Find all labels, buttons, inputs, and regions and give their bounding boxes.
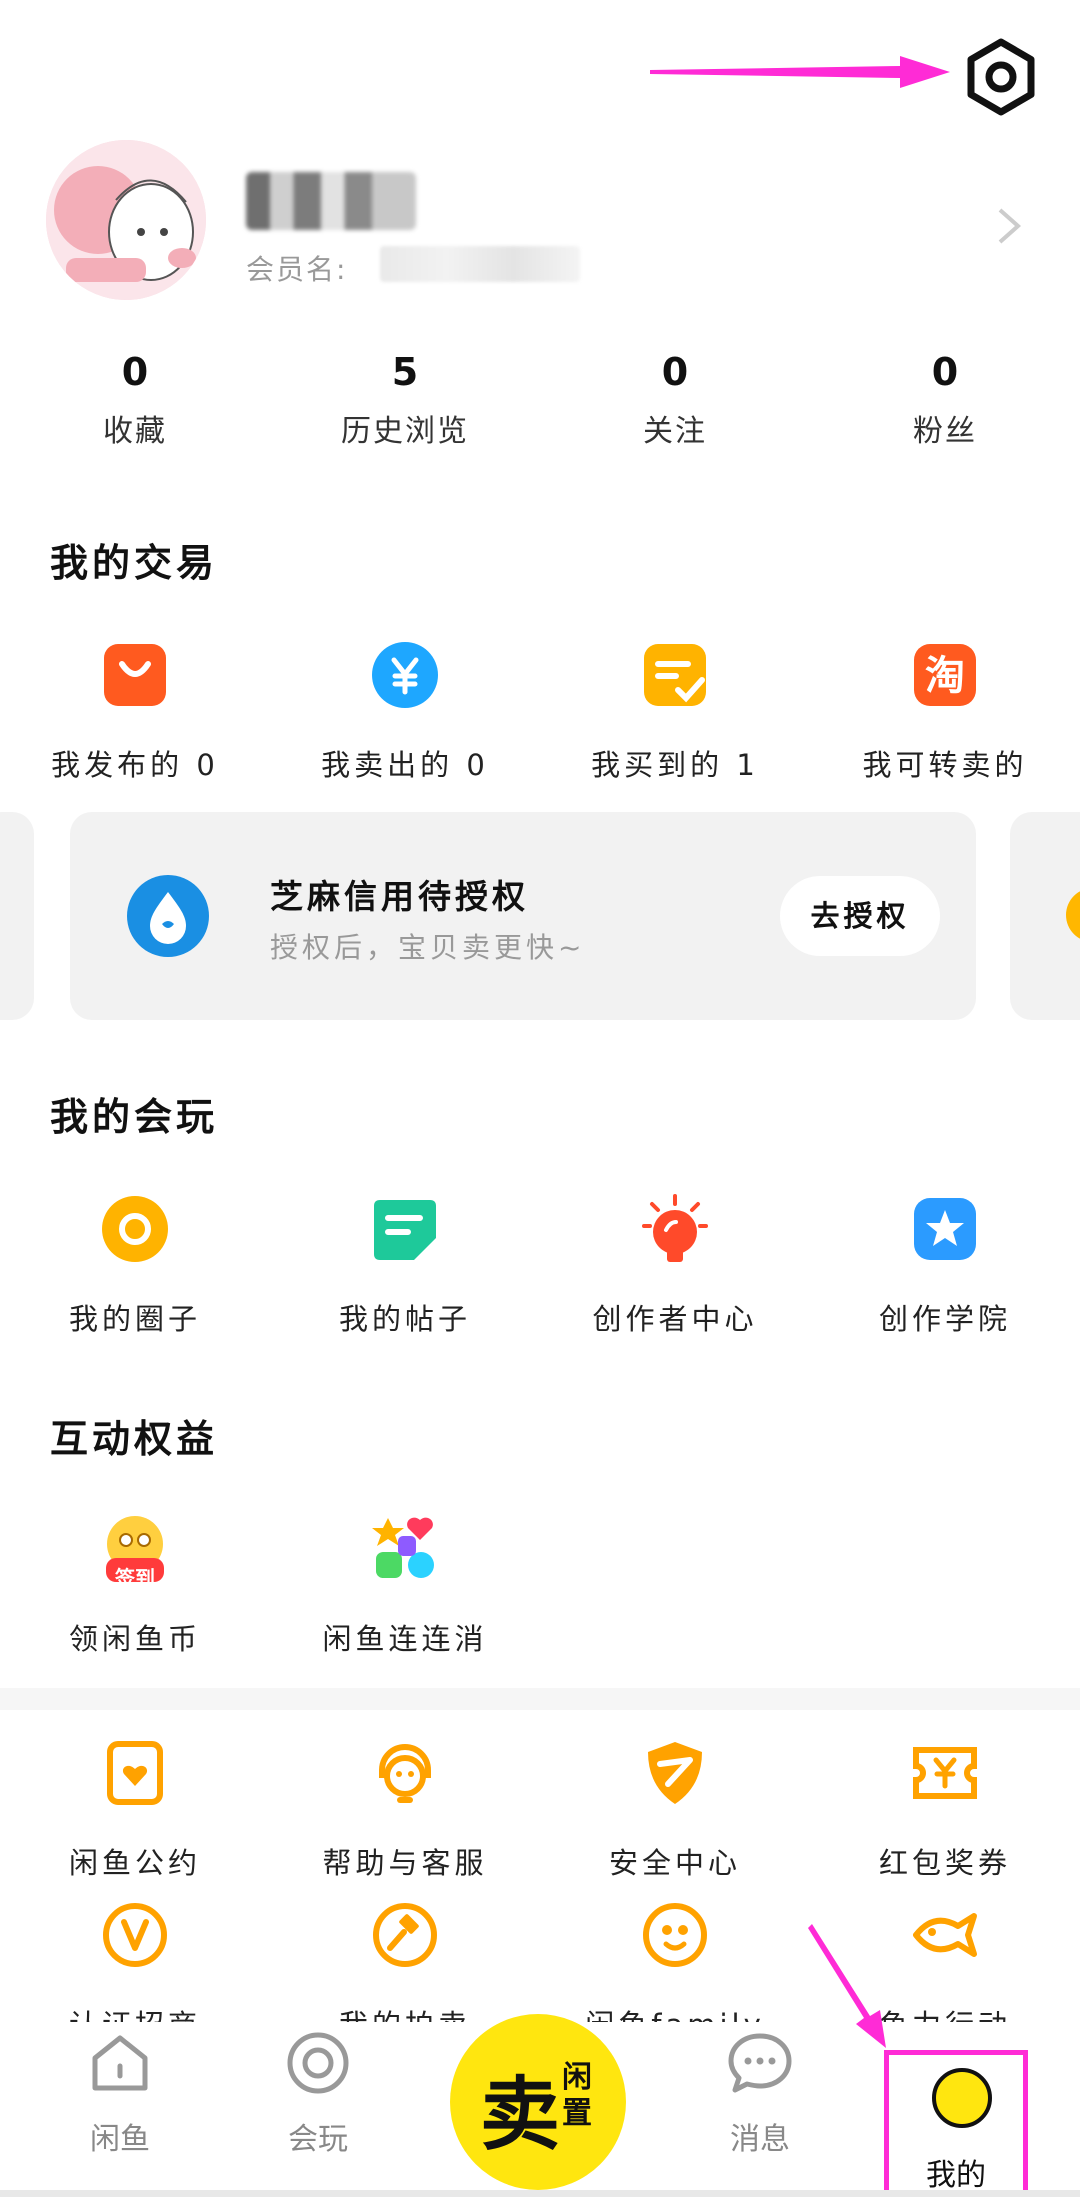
sell-button[interactable]: 卖 闲置 [450,2014,626,2190]
stat-value: 0 [121,350,149,394]
trade-item-label: 我可转卖的 [862,748,1028,782]
coupon-icon [913,1747,977,1799]
banner-next-peek[interactable] [1010,812,1080,1020]
stat-label: 收藏 [103,414,167,449]
tab-home[interactable]: 闲鱼 [30,2030,210,2158]
stat-label: 关注 [643,414,707,449]
nickname-blurred [246,172,416,230]
trade-published[interactable]: 我发布的 0 [0,640,270,784]
stat-following[interactable]: 0 关注 [540,348,810,450]
headset-icon [379,1744,431,1803]
yen-icon [372,642,438,708]
taobao-icon: 淘 [914,644,976,706]
service-item-label: 闲鱼公约 [68,1846,201,1880]
section-title-trade: 我的交易 [50,541,219,585]
stat-label: 粉丝 [913,414,977,449]
stat-label: 历史浏览 [341,414,469,449]
section-title-play: 我的会玩 [50,1095,219,1139]
trade-sold[interactable]: 我卖出的 0 [270,640,540,784]
tab-label: 会玩 [288,2122,348,2157]
rights-checkin[interactable]: 签到 领闲鱼币 [0,1514,270,1658]
svg-text:淘: 淘 [925,653,965,699]
tab-play[interactable]: 会玩 [228,2030,408,2158]
bulb-icon [642,1194,708,1262]
rights-match-game[interactable]: 闲鱼连连消 [270,1514,540,1658]
service-item-label: 红包奖券 [878,1846,1011,1880]
member-name-label: 会员名: [246,253,348,286]
stat-fans[interactable]: 0 粉丝 [810,348,1080,450]
shopping-bag-icon [104,644,166,706]
home-icon [92,2035,148,2091]
trade-item-label: 我发布的 0 [51,748,219,782]
verify-icon [103,1903,167,1967]
avatar[interactable] [46,140,206,300]
play-item-label: 我的圈子 [68,1302,201,1336]
annotation-highlight-box [884,2050,1028,2195]
banner-subtitle: 授权后，宝贝卖更快~ [270,931,586,964]
play-creator-academy[interactable]: 创作学院 [810,1194,1080,1338]
star-badge-icon [914,1198,976,1260]
shield-icon [648,1742,702,1804]
member-name-blurred [380,246,580,282]
service-security[interactable]: 安全中心 [540,1738,810,1882]
rights-item-label: 领闲鱼币 [68,1622,201,1656]
service-help[interactable]: 帮助与客服 [270,1738,540,1882]
section-divider [0,1688,1080,1710]
home-indicator-strip [0,2190,1080,2197]
play-posts[interactable]: 我的帖子 [270,1194,540,1338]
stat-value: 0 [661,350,689,394]
stat-favorites[interactable]: 0 收藏 [0,348,270,450]
stat-history[interactable]: 5 历史浏览 [270,348,540,450]
fish-heart-icon [913,1913,977,1957]
message-icon [728,2033,792,2093]
trade-item-label: 我买到的 1 [591,748,759,782]
tab-label: 闲鱼 [90,2122,150,2157]
pact-icon [107,1741,163,1805]
circle-icon [102,1196,168,1262]
service-item-label: 帮助与客服 [322,1846,488,1880]
trade-item-label: 我卖出的 0 [321,748,489,782]
auction-hammer-icon [373,1903,437,1967]
trade-bought[interactable]: 我买到的 1 [540,640,810,784]
family-icon [643,1903,707,1967]
checkin-badge: 签到 [115,1566,155,1590]
match-game-icon [372,1517,434,1578]
post-icon [374,1200,436,1260]
service-pact[interactable]: 闲鱼公约 [0,1738,270,1882]
service-coupons[interactable]: 红包奖券 [810,1738,1080,1882]
banner-prev-peek[interactable] [0,812,34,1020]
annotation-arrow-bottom [808,1924,886,2048]
section-title-rights: 互动权益 [50,1417,219,1461]
play-item-label: 我的帖子 [338,1302,471,1336]
banner-title: 芝麻信用待授权 [270,877,529,916]
rights-item-label: 闲鱼连连消 [322,1622,488,1656]
tab-label: 消息 [730,2122,790,2157]
play-icon [287,2032,349,2094]
play-item-label: 创作者中心 [592,1302,758,1336]
stat-value: 5 [391,350,419,394]
checklist-icon [644,644,706,706]
stat-value: 0 [931,350,959,394]
settings-icon[interactable] [960,36,1042,118]
play-circles[interactable]: 我的圈子 [0,1194,270,1338]
sell-button-sublabel: 闲置 [562,2060,592,2131]
sell-button-label: 卖 [480,2068,560,2161]
trade-resellable[interactable]: 淘 我可转卖的 [810,640,1080,784]
authorize-button[interactable]: 去授权 [780,876,940,956]
play-item-label: 创作学院 [878,1302,1011,1336]
service-item-label: 安全中心 [608,1846,741,1880]
annotation-arrow-top [650,56,950,88]
sesame-credit-icon [127,875,209,957]
chevron-right-icon[interactable] [996,206,1022,246]
play-creator-center[interactable]: 创作者中心 [540,1194,810,1338]
